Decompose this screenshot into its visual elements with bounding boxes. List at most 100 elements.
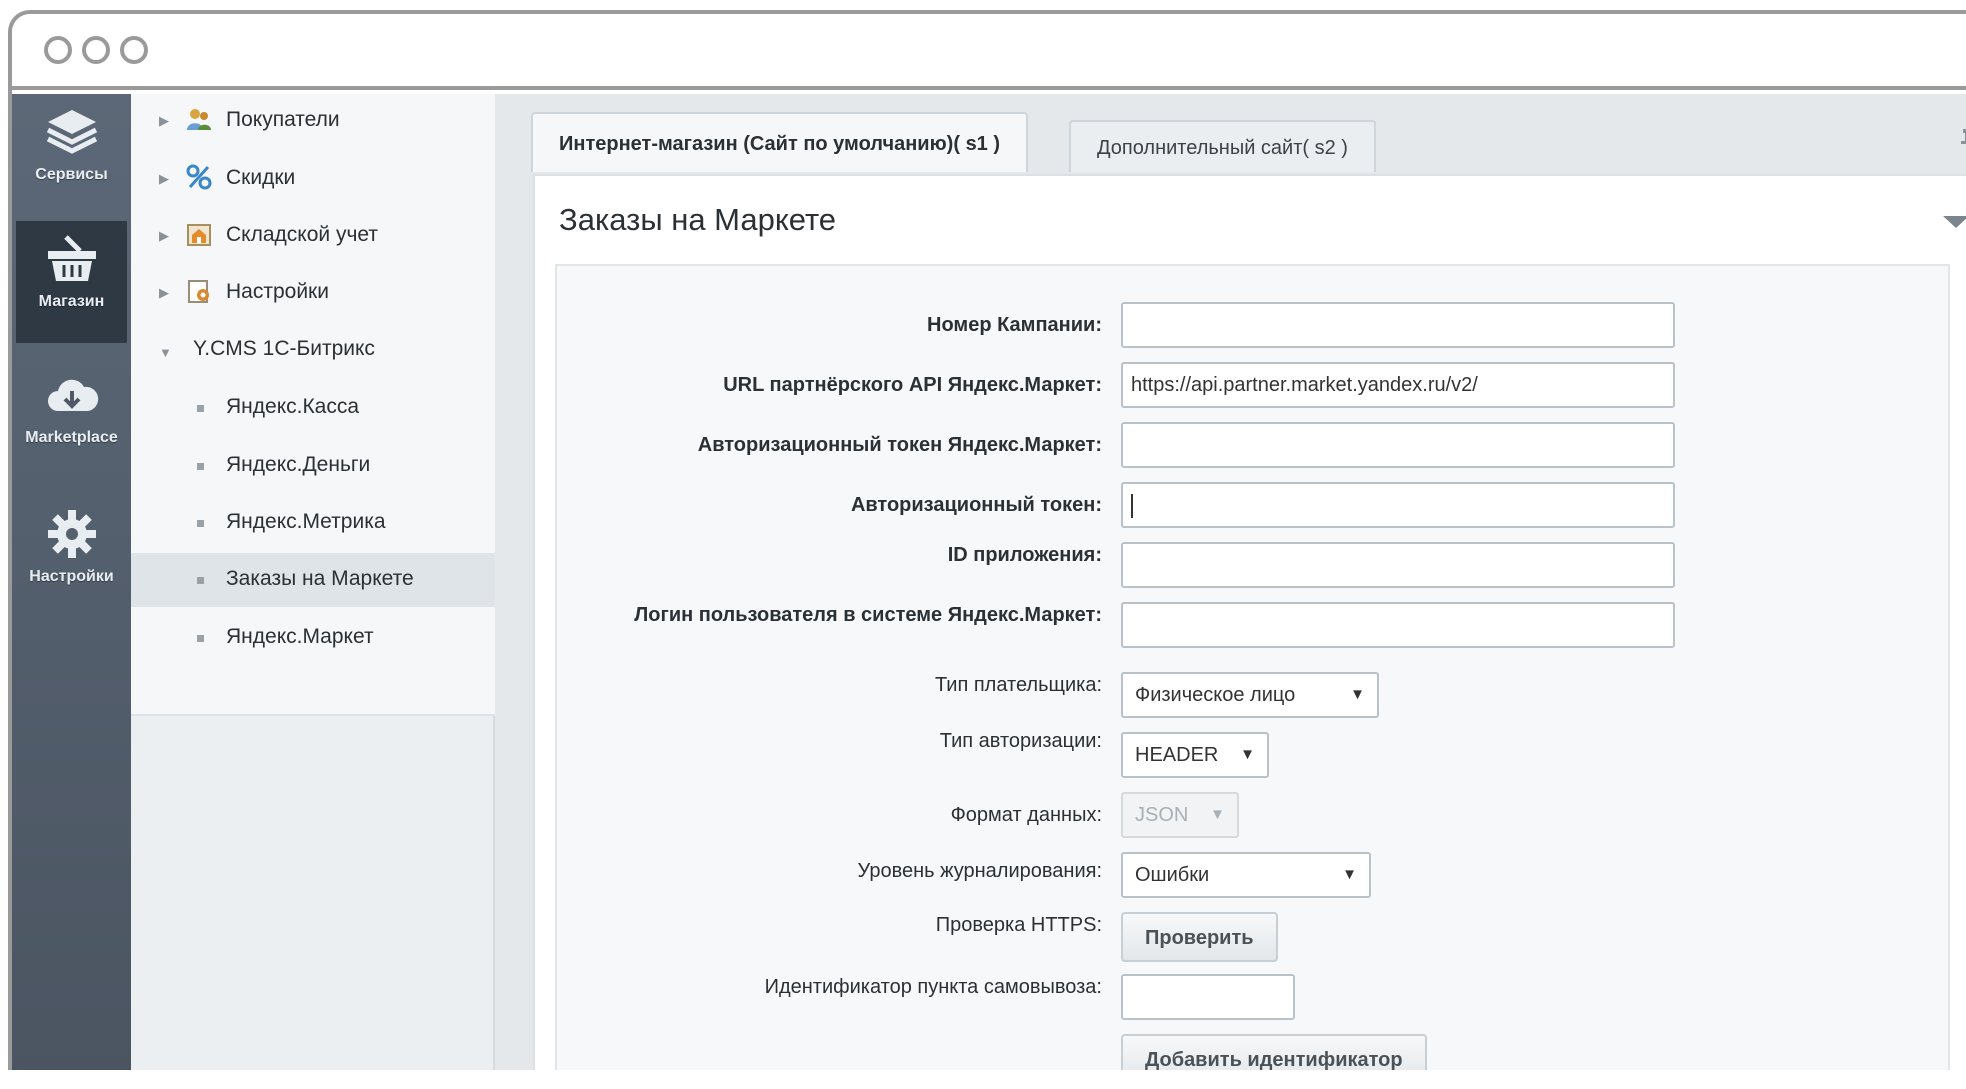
expand-arrow-icon[interactable]: ▶ — [159, 113, 169, 129]
expand-arrow-icon[interactable]: ▶ — [159, 285, 169, 301]
chevron-down-icon: ▼ — [1210, 806, 1225, 823]
bullet-icon — [197, 577, 204, 584]
tree-item-label: Яндекс.Метрика — [226, 510, 386, 533]
rail-item-label: Marketplace — [25, 429, 118, 446]
data-format-value: JSON — [1135, 804, 1189, 826]
form-row-data-format: Формат данных: JSON ▼ — [557, 792, 1952, 842]
tree-item-yandex-market[interactable]: Яндекс.Маркет — [131, 611, 495, 665]
settings-panel: Заказы на Маркете Номер Кампании: URL па… — [533, 174, 1966, 1070]
form-row-market-token: Авторизационный токен Яндекс.Маркет: — [557, 422, 1952, 472]
window-minimize-dot-icon[interactable] — [82, 36, 110, 64]
market-token-input[interactable] — [1121, 422, 1675, 468]
users-icon — [186, 106, 212, 132]
tab-site-s2[interactable]: Дополнительный сайт( s2 ) — [1069, 120, 1376, 172]
data-format-select: JSON ▼ — [1121, 792, 1239, 838]
form-row-app-id: ID приложения: — [557, 542, 1952, 592]
login-label: Логин пользователя в системе Яндекс.Марк… — [634, 604, 1102, 626]
settings-form: Номер Кампании: URL партнёрского API Янд… — [555, 264, 1950, 1070]
layers-icon — [46, 110, 97, 154]
rail-item-label: Настройки — [29, 568, 114, 585]
tree-item-settings[interactable]: ▶ Настройки — [131, 266, 495, 320]
data-format-label: Формат данных: — [950, 804, 1102, 826]
api-url-input[interactable]: https://api.partner.market.yandex.ru/v2/ — [1121, 362, 1675, 408]
form-row-https-check: Проверка HTTPS: Проверить — [557, 912, 1952, 962]
log-level-select[interactable]: Ошибки ▼ — [1121, 852, 1371, 898]
payer-type-value: Физическое лицо — [1135, 684, 1296, 706]
main-nav-rail: Сервисы Магазин Marketplace Настройки — [12, 94, 131, 1070]
form-row-api-url: URL партнёрского API Яндекс.Маркет: http… — [557, 362, 1952, 412]
tree-item-label: Y.CMS 1С-Битрикс — [193, 337, 375, 360]
cloud-download-icon — [47, 379, 98, 411]
form-row-log-level: Уровень журналирования: Ошибки ▼ — [557, 852, 1952, 902]
campaign-number-input[interactable] — [1121, 302, 1675, 348]
tree-item-yandex-money[interactable]: Яндекс.Деньги — [131, 439, 495, 493]
market-login-input[interactable] — [1121, 602, 1675, 648]
tree-item-label: Складской учет — [226, 223, 378, 246]
settings-icon — [186, 278, 212, 304]
form-row-add-id: Добавить идентификатор — [557, 1034, 1952, 1070]
tree-item-label: Яндекс.Касса — [226, 395, 360, 418]
auth-token-label: Авторизационный токен: — [850, 494, 1102, 516]
form-row-pickup-id: Идентификатор пункта самовывоза: — [557, 974, 1952, 1024]
chevron-down-icon: ▼ — [1342, 866, 1357, 883]
tree-item-label: Яндекс.Деньги — [226, 453, 371, 476]
app-id-input[interactable] — [1121, 542, 1675, 588]
app-id-label: ID приложения: — [947, 544, 1102, 566]
tree-item-label: Скидки — [226, 166, 296, 189]
tree-item-ycms[interactable]: ▼ Y.CMS 1С-Битрикс — [131, 323, 495, 377]
bullet-icon — [197, 635, 204, 642]
tree-item-label: Яндекс.Маркет — [226, 625, 374, 648]
chevron-down-icon: ▼ — [1240, 746, 1255, 763]
rail-item-settings[interactable]: Настройки — [12, 496, 131, 618]
tree-item-discounts[interactable]: ▶ Скидки — [131, 152, 495, 206]
rail-item-label: Магазин — [38, 293, 105, 310]
rail-item-marketplace[interactable]: Marketplace — [12, 357, 131, 479]
main-content: Интернет-магазин (Сайт по умолчанию)( s1… — [495, 94, 1966, 1070]
warehouse-icon — [186, 221, 212, 247]
log-level-label: Уровень журналирования: — [857, 860, 1102, 882]
log-level-value: Ошибки — [1135, 864, 1210, 886]
collapse-panel-icon[interactable] — [1943, 216, 1966, 228]
auth-type-value: HEADER — [1135, 744, 1219, 766]
https-check-label: Проверка HTTPS: — [935, 914, 1102, 936]
form-row-payer-type: Тип плательщика: Физическое лицо ▼ — [557, 672, 1952, 722]
bullet-icon — [197, 405, 204, 412]
auth-type-select[interactable]: HEADER ▼ — [1121, 732, 1269, 778]
window-maximize-dot-icon[interactable] — [120, 36, 148, 64]
check-https-button[interactable]: Проверить — [1121, 912, 1278, 962]
window-close-dot-icon[interactable] — [44, 36, 72, 64]
tree-item-label: Заказы на Маркете — [226, 567, 414, 590]
pin-icon[interactable] — [1960, 128, 1966, 160]
campaign-label: Номер Кампании: — [927, 314, 1102, 336]
tree-item-yandex-metrika[interactable]: Яндекс.Метрика — [131, 496, 495, 550]
tree-item-label: Настройки — [226, 280, 329, 303]
browser-window: Сервисы Магазин Marketplace Настройки ▶ … — [8, 10, 1966, 1070]
tree-item-market-orders[interactable]: Заказы на Маркете — [131, 553, 495, 607]
pickup-id-label: Идентификатор пункта самовывоза: — [764, 976, 1102, 998]
form-row-auth-token: Авторизационный токен: — [557, 482, 1952, 532]
pickup-id-input[interactable] — [1121, 974, 1295, 1020]
bullet-icon — [197, 463, 204, 470]
tree-item-customers[interactable]: ▶ Покупатели — [131, 94, 495, 148]
rail-item-shop[interactable]: Магазин — [16, 221, 127, 343]
tree-item-yandex-kassa[interactable]: Яндекс.Касса — [131, 381, 495, 435]
auth-type-label: Тип авторизации: — [939, 730, 1102, 752]
tab-site-s1[interactable]: Интернет-магазин (Сайт по умолчанию)( s1… — [531, 112, 1029, 172]
add-identifier-button[interactable]: Добавить идентификатор — [1121, 1034, 1427, 1070]
collapse-arrow-icon[interactable]: ▼ — [159, 345, 172, 360]
expand-arrow-icon[interactable]: ▶ — [159, 171, 169, 187]
rail-item-services[interactable]: Сервисы — [12, 94, 131, 216]
payer-type-select[interactable]: Физическое лицо ▼ — [1121, 672, 1379, 718]
bullet-icon — [197, 520, 204, 527]
form-row-login: Логин пользователя в системе Яндекс.Марк… — [557, 602, 1952, 652]
form-row-auth-type: Тип авторизации: HEADER ▼ — [557, 730, 1952, 782]
api-url-label: URL партнёрского API Яндекс.Маркет: — [723, 374, 1102, 396]
percent-icon — [186, 164, 212, 190]
section-tree: ▶ Покупатели ▶ Скидки ▶ Складской учет ▶… — [131, 94, 495, 1070]
form-row-campaign: Номер Кампании: — [557, 302, 1952, 352]
expand-arrow-icon[interactable]: ▶ — [159, 228, 169, 244]
auth-token-input[interactable] — [1121, 482, 1675, 528]
tree-item-warehouse[interactable]: ▶ Складской учет — [131, 209, 495, 263]
panel-title: Заказы на Маркете — [559, 202, 837, 237]
rail-item-label: Сервисы — [35, 166, 108, 183]
